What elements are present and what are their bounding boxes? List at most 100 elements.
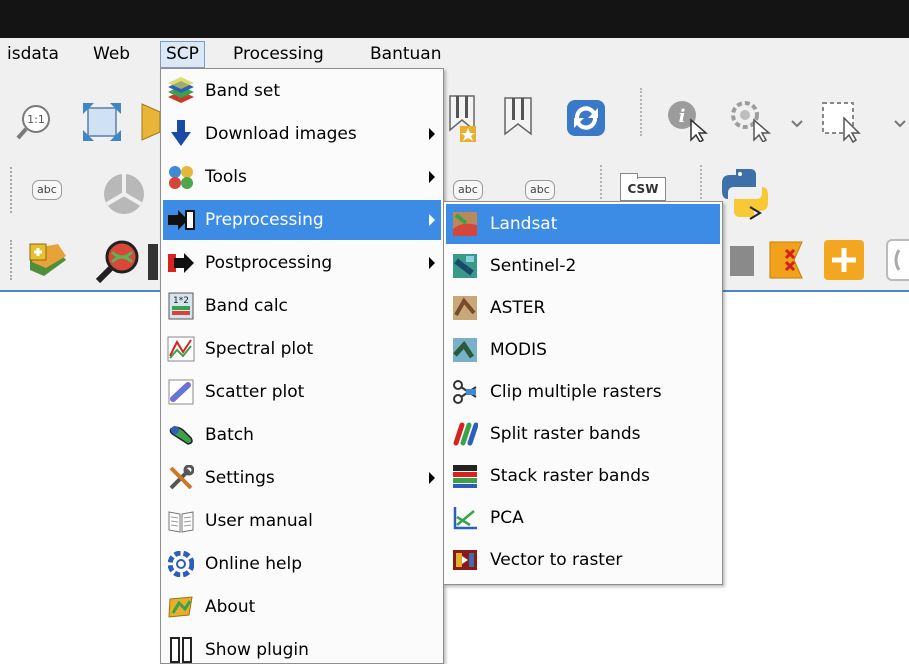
layer-labeling-abc-icon[interactable]: abc: [32, 180, 62, 200]
scp-menu-label: Online help: [205, 554, 302, 574]
scp-menu-label: Band set: [205, 81, 281, 101]
preprocessing-vector-to-raster[interactable]: Vector to raster: [446, 540, 720, 580]
scp-menu-label: Band calc: [205, 296, 288, 316]
scp-menu-settings[interactable]: Settings: [163, 458, 441, 498]
pca-icon: [453, 507, 477, 530]
band-set-icon: [168, 77, 194, 103]
preprocessing-label: PCA: [490, 508, 524, 528]
preprocessing-icon: [168, 210, 195, 230]
preprocessing-pca[interactable]: PCA: [446, 498, 720, 538]
submenu-arrow-icon: [429, 257, 435, 269]
show-bookmarks-icon[interactable]: [500, 94, 536, 143]
python-console-icon[interactable]: [720, 165, 770, 226]
toolbar-partial-icon[interactable]: [885, 238, 909, 287]
vector-to-raster-icon: [453, 550, 477, 570]
scp-menu-label: Tools: [205, 167, 247, 187]
postprocessing-icon: [168, 253, 194, 273]
stack-bands-icon: [453, 465, 477, 488]
toolbar-grip[interactable]: [10, 167, 14, 213]
refresh-icon[interactable]: [565, 98, 607, 143]
toolbar-navigation: 1:1 i: [0, 70, 909, 155]
scp-menu-label: Show plugin: [205, 640, 309, 660]
rotate-label-abc-icon[interactable]: abc: [525, 180, 555, 200]
scp-menu-spectral-plot[interactable]: Spectral plot: [163, 329, 441, 369]
online-help-icon: [168, 551, 194, 577]
menu-basisdata[interactable]: isdata: [2, 41, 64, 68]
menu-scp[interactable]: SCP: [160, 41, 205, 68]
scp-menu-online-help[interactable]: Online help: [163, 544, 441, 584]
landsat-icon: [453, 212, 477, 236]
preprocessing-label: Split raster bands: [490, 424, 641, 444]
scp-menu-batch[interactable]: Batch: [163, 415, 441, 455]
preprocessing-label: ASTER: [490, 298, 546, 318]
scp-menu-label: Scatter plot: [205, 382, 305, 402]
scp-menu-band-set[interactable]: Band set: [163, 71, 441, 111]
preprocessing-clip-multiple-rasters[interactable]: Clip multiple rasters: [446, 372, 720, 412]
menu-processing[interactable]: Processing: [228, 41, 329, 68]
menu-web[interactable]: Web: [88, 41, 135, 68]
submenu-arrow-icon: [429, 472, 435, 484]
submenu-arrow-icon: [429, 171, 435, 183]
band-set-create-icon[interactable]: [26, 240, 70, 287]
show-plugin-icon: [170, 637, 192, 663]
scp-menu-postprocessing[interactable]: Postprocessing: [163, 243, 441, 283]
zoom-layer-icon[interactable]: [140, 102, 162, 147]
scp-menu-label: Batch: [205, 425, 254, 445]
preprocessing-stack-raster-bands[interactable]: Stack raster bands: [446, 456, 720, 496]
preprocessing-submenu: Landsat Sentinel-2 ASTER MODIS Clip mult…: [443, 201, 723, 585]
chevron-down-icon[interactable]: [790, 114, 804, 134]
scp-menu-tools[interactable]: Tools: [163, 157, 441, 197]
preprocessing-label: Clip multiple rasters: [490, 382, 662, 402]
svg-text:1*2: 1*2: [173, 296, 189, 306]
move-label-abc-icon[interactable]: abc: [453, 180, 483, 200]
preprocessing-aster[interactable]: ASTER: [446, 288, 720, 328]
toolbar-grip[interactable]: [10, 240, 14, 280]
preprocessing-landsat[interactable]: Landsat: [446, 204, 720, 244]
new-bookmark-icon[interactable]: [445, 90, 479, 151]
aster-icon: [453, 296, 477, 320]
menu-bantuan[interactable]: Bantuan: [365, 41, 447, 68]
zoom-full-icon[interactable]: [80, 100, 124, 149]
band-calc-icon: 1*2: [168, 292, 194, 320]
scp-menu-label: User manual: [205, 511, 313, 531]
scp-menu-user-manual[interactable]: User manual: [163, 501, 441, 541]
preprocessing-label: Vector to raster: [490, 550, 623, 570]
submenu-arrow-icon: [429, 214, 435, 226]
sentinel-2-icon: [453, 254, 477, 278]
select-features-icon[interactable]: [820, 100, 866, 149]
split-bands-icon: [453, 422, 478, 446]
tools-icon: [169, 166, 193, 189]
preprocessing-modis[interactable]: MODIS: [446, 330, 720, 370]
preprocessing-sentinel-2[interactable]: Sentinel-2: [446, 246, 720, 286]
scatter-plot-icon: [168, 379, 194, 405]
scp-menu-label: Settings: [205, 468, 275, 488]
zoom-to-area-icon[interactable]: [92, 238, 148, 289]
svg-text:1:1: 1:1: [27, 113, 45, 126]
zoom-native-resolution-icon[interactable]: 1:1: [14, 102, 54, 147]
chevron-down-icon[interactable]: [893, 114, 907, 134]
scp-menu-band-calc[interactable]: 1*2 Band calc: [163, 286, 441, 326]
metasearch-csw-icon[interactable]: CSW: [620, 173, 666, 201]
preprocessing-label: MODIS: [490, 340, 547, 360]
preprocessing-split-raster-bands[interactable]: Split raster bands: [446, 414, 720, 454]
roi-polygon-icon[interactable]: [762, 236, 812, 289]
add-roi-icon[interactable]: [822, 238, 866, 287]
run-feature-action-icon[interactable]: [728, 98, 774, 147]
preprocessing-label: Landsat: [490, 214, 558, 234]
scp-menu-download-images[interactable]: Download images: [163, 114, 441, 154]
scp-menu-label: Preprocessing: [205, 210, 324, 230]
about-icon: [168, 596, 193, 618]
scp-menu-preprocessing[interactable]: Preprocessing: [163, 200, 441, 240]
spectral-plot-icon: [167, 336, 195, 362]
clip-rasters-icon: [453, 380, 477, 404]
toolbar-partial-icon[interactable]: [148, 244, 160, 285]
toolbar-gray-icon[interactable]: [730, 246, 754, 281]
identify-features-icon[interactable]: i: [665, 98, 711, 147]
diagram-options-icon[interactable]: [100, 170, 148, 223]
scp-menu-scatter-plot[interactable]: Scatter plot: [163, 372, 441, 412]
scp-menu-about[interactable]: About: [163, 587, 441, 627]
settings-tools-icon: [169, 465, 194, 490]
submenu-arrow-icon: [429, 128, 435, 140]
scp-menu-show-plugin[interactable]: Show plugin: [163, 630, 441, 664]
preprocessing-label: Stack raster bands: [490, 466, 650, 486]
